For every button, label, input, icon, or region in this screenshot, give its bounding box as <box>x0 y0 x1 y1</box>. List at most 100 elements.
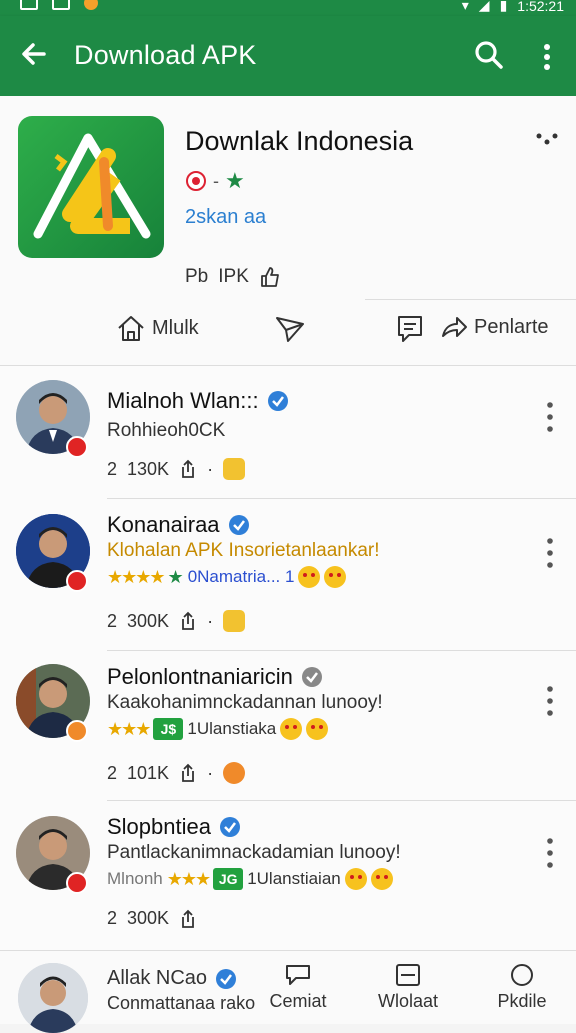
comment-action[interactable] <box>396 314 424 344</box>
share-icon[interactable] <box>179 763 197 783</box>
rating-row: Mlnonh ★★★ JG 1Ulanstiaian <box>107 868 393 890</box>
rating-badge-icon <box>186 171 206 191</box>
bottom-author: Allak NCao <box>107 967 237 990</box>
reaction-icon[interactable] <box>223 762 246 784</box>
home-icon <box>118 316 144 341</box>
emoji-icon <box>344 868 367 890</box>
post-author: Pelonlontnaniaricin <box>107 664 323 690</box>
notification-icon <box>20 0 38 10</box>
tab-label: Wlolaat <box>377 991 439 1011</box>
more-vertical-icon[interactable] <box>540 684 560 718</box>
post-author-name: Slopbntiea <box>107 814 211 839</box>
stat-dot: · <box>207 458 214 479</box>
home-action[interactable]: Mlulk <box>116 314 199 342</box>
list-item[interactable]: Konanairaa Klohalan APK Insorietanlaanka… <box>0 500 576 651</box>
post-text: Rohhieoh0CK <box>107 420 226 441</box>
post-stats: 2 300K <box>107 908 197 929</box>
reaction-icon[interactable] <box>223 610 246 632</box>
post-text: Pantlackanimnackadamian lunooy! <box>107 842 401 863</box>
bottom-bar: Allak NCao Conmattanaa rako Cemiat Wlola… <box>0 950 576 1033</box>
avatar[interactable] <box>18 963 88 1033</box>
post-stats: 2 101K · <box>107 762 246 784</box>
stat-dot: · <box>207 762 214 783</box>
info-mid: IPK <box>218 266 249 287</box>
star-rating-icon: ★★★ <box>166 868 211 889</box>
forward-action[interactable]: Penlarte <box>440 314 549 340</box>
divider <box>107 498 576 499</box>
more-vertical-icon[interactable] <box>540 400 560 434</box>
forward-action-label: Penlarte <box>474 315 549 338</box>
home-action-label: Mlulk <box>152 316 199 339</box>
emoji-icon <box>280 718 303 740</box>
stat-count: 300K <box>127 610 170 631</box>
tab-label: Cemiat <box>269 991 327 1011</box>
divider <box>365 299 576 300</box>
verified-icon <box>301 667 322 687</box>
status-bar: ▾ ◢ ▮ 1:52:21 <box>0 0 576 16</box>
tab-window[interactable]: Wlolaat <box>368 963 448 1012</box>
list-item[interactable]: Slopbntiea Pantlackanimnackadamian lunoo… <box>0 802 576 952</box>
verified-icon <box>216 968 237 989</box>
more-vertical-icon[interactable] <box>540 536 560 570</box>
divider <box>107 800 576 801</box>
rating-prefix: Mlnonh <box>107 869 163 888</box>
app-notification-icon <box>84 0 98 10</box>
live-badge-icon <box>66 872 88 894</box>
more-vertical-icon[interactable] <box>540 836 560 870</box>
stat-count: 101K <box>127 762 170 783</box>
share-icon[interactable] <box>179 909 197 929</box>
star-icon: ★ <box>225 168 245 193</box>
app-meta-row: - ★ <box>185 168 245 194</box>
thumbs-up-icon[interactable] <box>259 266 281 288</box>
battery-icon: ▮ <box>499 0 508 13</box>
post-author: Slopbntiea <box>107 814 241 840</box>
stat-num: 2 <box>107 610 118 631</box>
info-left: Pb <box>185 266 209 287</box>
post-stats: 2 300K · <box>107 610 246 632</box>
app-logo <box>18 116 164 258</box>
app-header-card: Downlak Indonesia - ★ 2skan aa Pb IPK Ml… <box>0 96 576 366</box>
page-title: Download APK <box>74 40 257 70</box>
tab-profile[interactable]: Pkdile <box>482 963 562 1012</box>
app-actions: Mlulk Penlarte <box>0 314 576 354</box>
stat-dot: · <box>207 610 214 631</box>
star-icon: ★ <box>167 566 184 587</box>
forward-icon <box>442 317 467 337</box>
star-rating-icon: ★★★★ <box>107 566 166 587</box>
post-stats: 2 130K · <box>107 458 246 480</box>
list-item[interactable]: Mialnoh Wlan::: Rohhieoh0CK 2 130K · <box>0 366 576 516</box>
emoji-icon <box>370 868 393 890</box>
rating-text: 1Ulanstiaian <box>247 869 341 888</box>
share-icon[interactable] <box>179 459 197 479</box>
bottom-author-name: Allak NCao <box>107 967 208 989</box>
stat-num: 2 <box>107 458 118 479</box>
bottom-author-sub: Conmattanaa rako <box>107 993 256 1013</box>
post-author: Mialnoh Wlan::: <box>107 388 289 414</box>
cash-badge: JG <box>213 868 244 890</box>
list-item[interactable]: Pelonlontnaniaricin Kaakohanimnckadannan… <box>0 652 576 802</box>
reaction-icon[interactable] <box>223 458 246 480</box>
verified-icon <box>267 391 288 411</box>
emoji-icon <box>298 566 321 588</box>
post-author-name: Mialnoh Wlan::: <box>107 388 259 413</box>
arrow-left-icon[interactable] <box>18 38 50 70</box>
circle-icon <box>511 964 533 986</box>
more-options-icon[interactable] <box>534 132 560 148</box>
emoji-icon <box>324 566 347 588</box>
send-action[interactable] <box>274 314 306 344</box>
share-icon[interactable] <box>179 611 197 631</box>
cash-badge: J$ <box>153 718 184 740</box>
app-bar: Download APK <box>0 16 576 96</box>
more-vertical-icon[interactable] <box>534 42 560 72</box>
stat-num: 2 <box>107 908 118 928</box>
stat-count: 130K <box>127 458 170 479</box>
tab-chat[interactable]: Cemiat <box>258 963 338 1012</box>
app-info-row: Pb IPK <box>185 266 281 288</box>
comment-feed: Mialnoh Wlan::: Rohhieoh0CK 2 130K · Kon… <box>0 366 576 950</box>
search-icon[interactable] <box>474 40 504 70</box>
app-developer-link[interactable]: 2skan aa <box>185 206 266 229</box>
meta-separator: - <box>213 170 219 191</box>
live-badge-icon <box>66 570 88 592</box>
post-author-name: Konanairaa <box>107 512 220 537</box>
rating-text: 1Ulanstiaka <box>187 719 277 738</box>
